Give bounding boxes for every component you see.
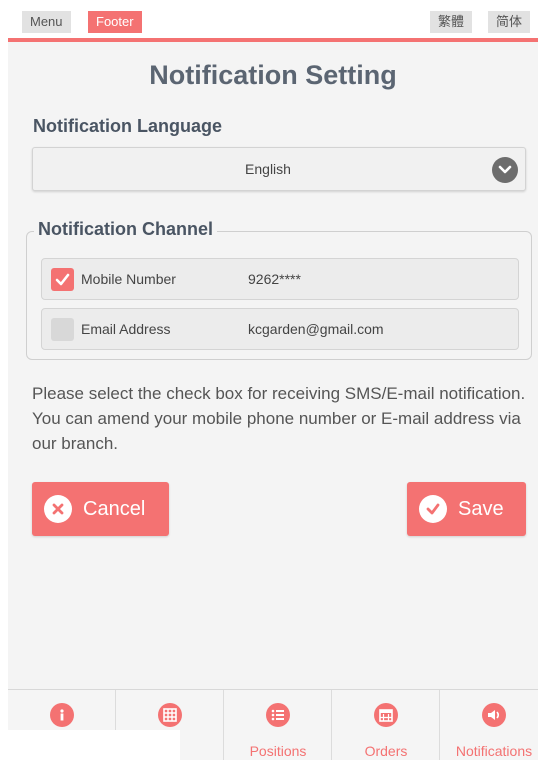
overlay-patch [0,730,180,760]
help-text: Please select the check box for receivin… [32,384,526,453]
notification-language-heading: Notification Language [33,116,222,136]
menu-button[interactable]: Menu [22,11,71,33]
traditional-chinese-button[interactable]: 繁體 [430,11,473,33]
nav-label-notifications: Notifications [455,743,533,759]
calendar-icon [374,703,398,727]
language-select-value: English [245,161,291,177]
mobile-checkbox[interactable] [51,268,74,291]
nav-item-orders[interactable]: Orders [332,690,440,760]
save-label: Save [458,498,504,520]
speaker-icon [482,703,506,727]
nav-item-positions[interactable]: Positions [224,690,332,760]
channel-row-mobile[interactable]: Mobile Number 9262**** [41,258,519,300]
nav-label-orders: Orders [364,743,408,759]
save-button[interactable]: Save [407,482,526,536]
grid-icon [158,703,182,727]
simplified-chinese-button[interactable]: 简体 [488,11,531,33]
close-icon [44,495,72,523]
nav-item-notifications[interactable]: Notifications [440,690,538,760]
email-value: kcgarden@gmail.com [248,321,384,337]
notification-channel-heading: Notification Channel [34,219,217,240]
footer-button[interactable]: Footer [88,11,142,33]
mobile-value: 9262**** [248,271,301,287]
nav-label-positions: Positions [249,743,307,759]
checkmark-icon [419,495,447,523]
mobile-label: Mobile Number [81,271,176,287]
cancel-label: Cancel [83,498,146,520]
info-icon [50,703,74,727]
email-checkbox[interactable] [51,318,74,341]
email-label: Email Address [81,321,171,337]
page-title: Notification Setting [149,60,397,90]
app-frame: Menu Footer 繁體 简体 Notification Setting N… [8,8,538,760]
channel-row-email[interactable]: Email Address kcgarden@gmail.com [41,308,519,350]
chevron-down-icon [492,157,518,183]
cancel-button[interactable]: Cancel [32,482,169,536]
language-select[interactable]: English [32,147,526,191]
list-icon [266,703,290,727]
top-bar: Menu Footer 繁體 简体 [8,8,538,42]
